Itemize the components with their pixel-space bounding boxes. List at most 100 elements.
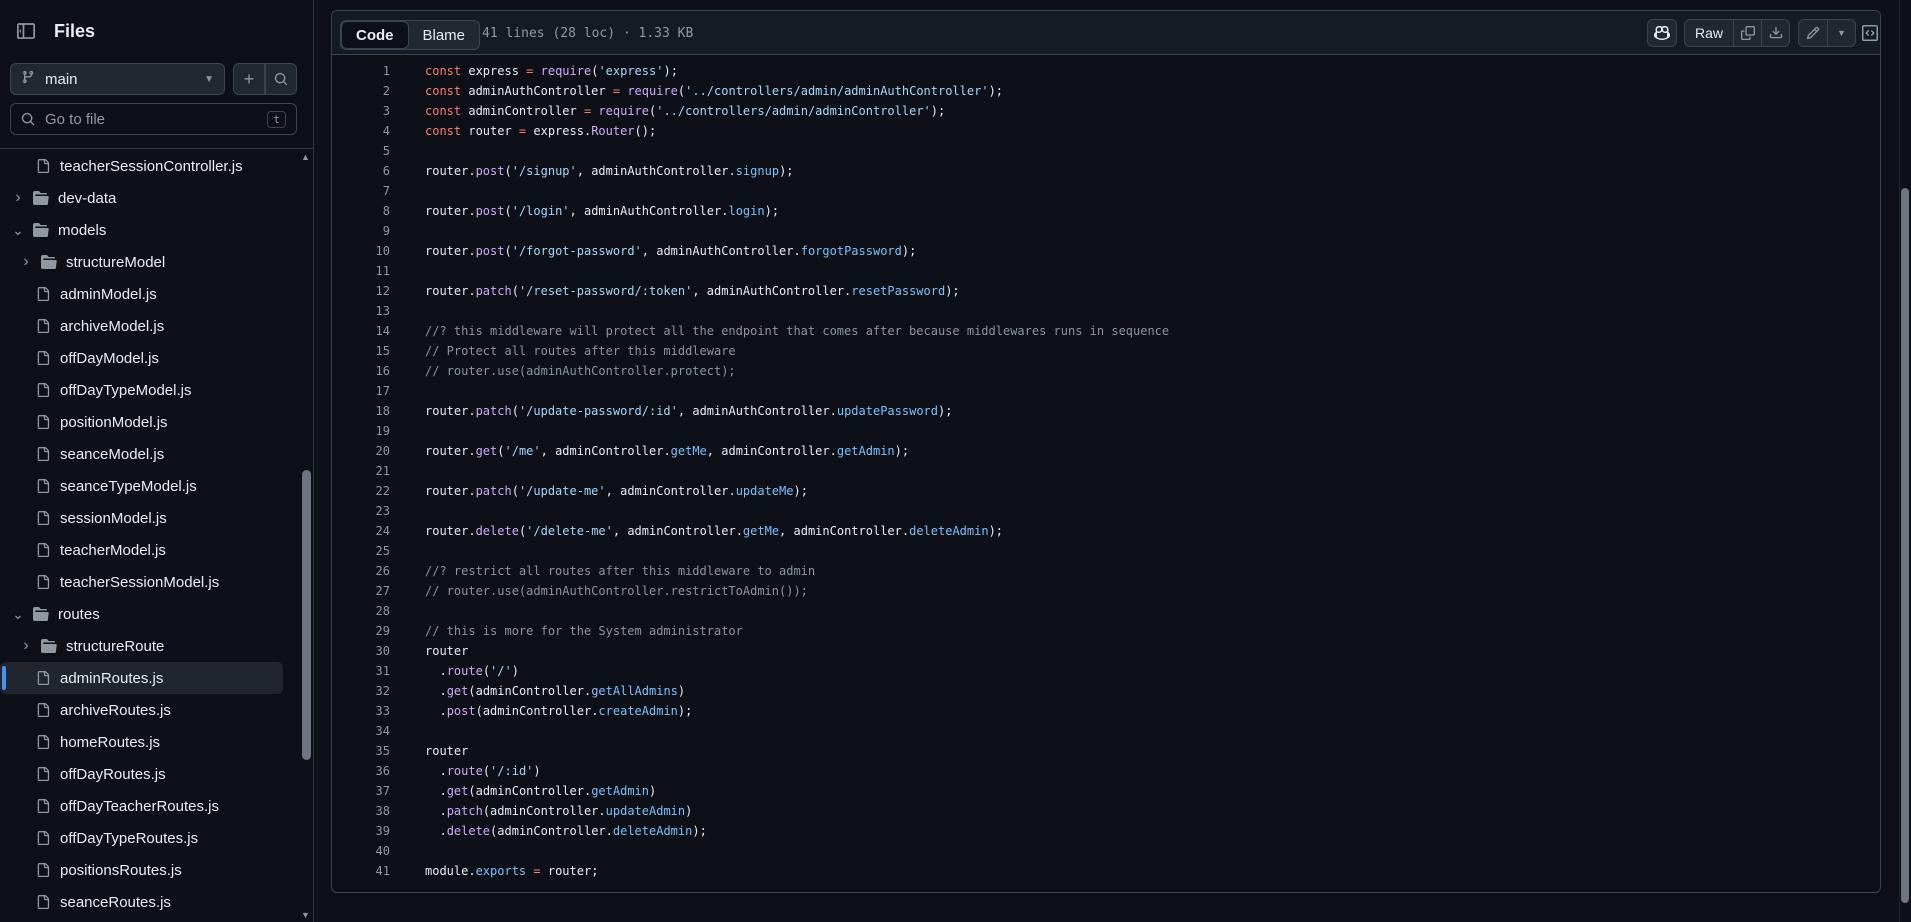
line-number[interactable]: 35 — [332, 741, 390, 761]
branch-selector[interactable]: main ▼ — [10, 63, 225, 95]
line-number[interactable]: 24 — [332, 521, 390, 541]
edit-options-button[interactable]: ▼ — [1828, 19, 1856, 47]
tree-folder[interactable]: › structureModel — [0, 246, 290, 278]
line-number[interactable]: 40 — [332, 841, 390, 861]
page-scroll-thumb[interactable] — [1901, 188, 1909, 903]
line-number[interactable]: 17 — [332, 381, 390, 401]
tab-code[interactable]: Code — [341, 21, 409, 49]
search-icon — [274, 72, 288, 86]
tree-file[interactable]: teacherSessionModel.js — [0, 566, 290, 598]
code-text: .patch(adminController.updateAdmin) — [425, 801, 692, 821]
line-number[interactable]: 39 — [332, 821, 390, 841]
tree-file[interactable]: archiveModel.js — [0, 310, 290, 342]
line-number[interactable]: 11 — [332, 261, 390, 281]
line-number[interactable]: 9 — [332, 221, 390, 241]
line-number[interactable]: 28 — [332, 601, 390, 621]
tree-file[interactable]: teacherModel.js — [0, 534, 290, 566]
tree-folder[interactable]: ⌄ routes — [0, 598, 290, 630]
tab-blame[interactable]: Blame — [409, 21, 480, 49]
tree-folder[interactable]: › structureRoute — [0, 630, 290, 662]
tree-file[interactable]: adminModel.js — [0, 278, 290, 310]
symbols-panel-button[interactable] — [1856, 19, 1880, 47]
chevron-right-icon[interactable]: › — [10, 189, 26, 207]
view-mode-toggle: Code Blame — [340, 20, 481, 50]
line-number[interactable]: 37 — [332, 781, 390, 801]
line-number[interactable]: 21 — [332, 461, 390, 481]
chevron-down-icon[interactable]: ⌄ — [10, 222, 26, 239]
chevron-right-icon[interactable]: › — [18, 253, 34, 271]
tree-file[interactable]: teacherSessionController.js — [0, 150, 290, 182]
line-number[interactable]: 38 — [332, 801, 390, 821]
code-line: 2 const adminAuthController = require('..… — [332, 81, 1880, 101]
copy-raw-button[interactable] — [1734, 19, 1763, 47]
code-token: require — [540, 64, 592, 78]
tree-file[interactable]: homeRoutes.js — [0, 726, 290, 758]
code-line: 9 — [332, 221, 1880, 241]
line-number[interactable]: 14 — [332, 321, 390, 341]
tree-file[interactable]: archiveRoutes.js — [0, 694, 290, 726]
line-number[interactable]: 19 — [332, 421, 390, 441]
scroll-down-icon[interactable]: ▼ — [301, 910, 310, 920]
chevron-right-icon[interactable]: › — [18, 637, 34, 655]
line-number[interactable]: 13 — [332, 301, 390, 321]
code-token: express. — [526, 124, 592, 138]
tree-file[interactable]: seanceRoutes.js — [0, 886, 290, 918]
tree-file[interactable]: positionModel.js — [0, 406, 290, 438]
copilot-icon — [1654, 25, 1670, 41]
line-number[interactable]: 23 — [332, 501, 390, 521]
tree-item-label: seanceTypeModel.js — [60, 477, 197, 495]
line-number[interactable]: 10 — [332, 241, 390, 261]
line-number[interactable]: 32 — [332, 681, 390, 701]
chevron-down-icon[interactable]: ⌄ — [10, 606, 26, 623]
tree-file[interactable]: seanceModel.js — [0, 438, 290, 470]
line-number[interactable]: 2 — [332, 81, 390, 101]
line-number[interactable]: 15 — [332, 341, 390, 361]
add-file-button[interactable]: + — [233, 63, 265, 95]
copilot-button[interactable] — [1647, 19, 1677, 47]
tree-file[interactable]: offDayTypeModel.js — [0, 374, 290, 406]
line-number[interactable]: 8 — [332, 201, 390, 221]
tree-scroll-thumb[interactable] — [302, 470, 311, 760]
collapse-sidebar-icon[interactable] — [10, 15, 42, 47]
code-token: deleteAdmin — [909, 524, 989, 538]
tree-file[interactable]: seanceTypeModel.js — [0, 470, 290, 502]
download-button[interactable] — [1762, 19, 1791, 47]
tree-file[interactable]: offDayTeacherRoutes.js — [0, 790, 290, 822]
code-token: const — [425, 84, 462, 98]
tree-file[interactable]: offDayModel.js — [0, 342, 290, 374]
line-number[interactable]: 4 — [332, 121, 390, 141]
line-number[interactable]: 34 — [332, 721, 390, 741]
tree-file[interactable]: offDayRoutes.js — [0, 758, 290, 790]
tree-file[interactable]: positionsRoutes.js — [0, 854, 290, 886]
line-number[interactable]: 7 — [332, 181, 390, 201]
line-number[interactable]: 27 — [332, 581, 390, 601]
line-number[interactable]: 33 — [332, 701, 390, 721]
line-number[interactable]: 5 — [332, 141, 390, 161]
scroll-up-icon[interactable]: ▲ — [301, 152, 310, 162]
raw-button[interactable]: Raw — [1684, 19, 1735, 47]
line-number[interactable]: 12 — [332, 281, 390, 301]
line-number[interactable]: 29 — [332, 621, 390, 641]
line-number[interactable]: 18 — [332, 401, 390, 421]
tree-file[interactable]: adminRoutes.js — [0, 662, 283, 694]
line-number[interactable]: 30 — [332, 641, 390, 661]
tree-folder[interactable]: ⌄ models — [0, 214, 290, 246]
line-number[interactable]: 31 — [332, 661, 390, 681]
line-number[interactable]: 3 — [332, 101, 390, 121]
code-token: '/delete-me' — [526, 524, 613, 538]
line-number[interactable]: 16 — [332, 361, 390, 381]
go-to-file-input[interactable]: Go to file t — [10, 103, 297, 135]
line-number[interactable]: 26 — [332, 561, 390, 581]
tree-file[interactable]: offDayTypeRoutes.js — [0, 822, 290, 854]
line-number[interactable]: 25 — [332, 541, 390, 561]
line-number[interactable]: 6 — [332, 161, 390, 181]
line-number[interactable]: 1 — [332, 61, 390, 81]
line-number[interactable]: 22 — [332, 481, 390, 501]
search-files-button[interactable] — [265, 63, 297, 95]
line-number[interactable]: 36 — [332, 761, 390, 781]
edit-file-button[interactable] — [1798, 19, 1828, 47]
line-number[interactable]: 41 — [332, 861, 390, 881]
tree-folder[interactable]: › dev-data — [0, 182, 290, 214]
tree-file[interactable]: sessionModel.js — [0, 502, 290, 534]
line-number[interactable]: 20 — [332, 441, 390, 461]
